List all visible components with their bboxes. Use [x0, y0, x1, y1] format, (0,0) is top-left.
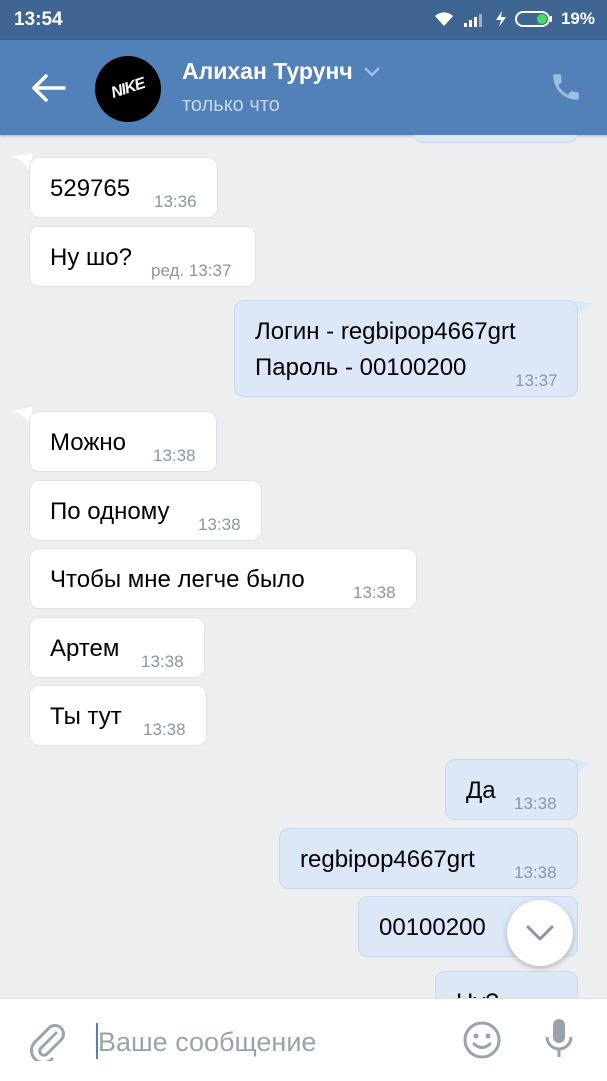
message-time: 13:38	[143, 720, 186, 739]
message-input[interactable]: Ваше сообщение	[98, 1027, 316, 1058]
message-text: Ну?	[456, 989, 499, 998]
message-incoming[interactable]: Ну шо? ред. 13:37	[29, 226, 256, 287]
avatar[interactable]: NIKE	[95, 56, 161, 122]
signal-icon	[463, 14, 482, 27]
message-incoming[interactable]: Можно 13:38	[29, 411, 217, 472]
message-list[interactable]: 529765 13:36 Ну шо? ред. 13:37 Логин - r…	[0, 135, 607, 998]
message-text: Можно	[50, 429, 126, 456]
contact-status: только что	[182, 94, 280, 116]
message-text: regbipop4667grt	[300, 846, 475, 873]
message-text: Артем	[50, 635, 120, 662]
contact-name-row[interactable]: Алихан Турунч	[182, 58, 381, 85]
message-outgoing[interactable]: Да 13:38	[445, 759, 578, 820]
message-time: 13:38	[198, 515, 241, 534]
chevron-down-icon	[363, 66, 380, 77]
contact-name: Алихан Турунч	[182, 58, 353, 84]
message-outgoing[interactable]: regbipop4667grt 13:38	[279, 828, 578, 889]
message-outgoing[interactable]: Логин - regbipop4667grt Пароль - 0010020…	[234, 300, 578, 397]
charging-icon	[495, 11, 506, 27]
microphone-icon[interactable]	[542, 1017, 576, 1061]
message-text: 529765	[50, 175, 131, 202]
message-text: По одному	[50, 498, 170, 525]
message-incoming[interactable]: Чтобы мне легче было 13:38	[29, 548, 417, 609]
message-time: 13:36	[154, 192, 197, 211]
battery-percent: 19%	[560, 9, 595, 28]
paperclip-icon[interactable]	[28, 1021, 66, 1061]
message-line: Пароль - 00100200	[255, 354, 467, 381]
message-time: 13:38	[353, 583, 396, 602]
message-text: Ну шо?	[50, 244, 132, 271]
message-incoming[interactable]: 529765 13:36	[29, 157, 218, 218]
avatar-logo: NIKE	[108, 75, 147, 102]
status-icons: 19%	[433, 9, 595, 29]
message-time: 13:38	[514, 794, 557, 813]
wifi-icon	[434, 12, 453, 26]
scroll-down-button[interactable]	[507, 900, 573, 966]
chevron-down-icon	[526, 925, 554, 941]
emoji-icon[interactable]	[462, 1020, 502, 1060]
message-composer: Ваше сообщение	[0, 998, 607, 1081]
message-time: 13:38	[141, 652, 184, 671]
status-time: 13:54	[14, 9, 63, 30]
phone-icon[interactable]	[549, 70, 583, 104]
message-time: 13:37	[515, 371, 558, 390]
message-incoming[interactable]: Артем 13:38	[29, 617, 205, 678]
back-arrow-icon[interactable]	[30, 72, 66, 104]
message-text: Ты тут	[50, 703, 122, 730]
status-bar: 13:54 19%	[0, 0, 607, 40]
message-time: 13:38	[514, 863, 557, 882]
chat-header: NIKE Алихан Турунч только что	[0, 40, 607, 135]
message-incoming[interactable]: Ты тут 13:38	[29, 685, 207, 746]
message-text: 00100200	[379, 914, 486, 941]
message-text: Да	[466, 777, 496, 804]
battery-icon	[514, 11, 552, 27]
message-text: Чтобы мне легче было	[50, 566, 305, 593]
message-outgoing-partial[interactable]	[413, 135, 578, 143]
message-outgoing[interactable]: Ну?	[435, 971, 578, 998]
message-incoming[interactable]: По одному 13:38	[29, 480, 262, 541]
message-time: ред. 13:37	[151, 261, 232, 280]
message-line: Логин - regbipop4667grt	[255, 318, 516, 345]
message-time: 13:38	[153, 446, 196, 465]
